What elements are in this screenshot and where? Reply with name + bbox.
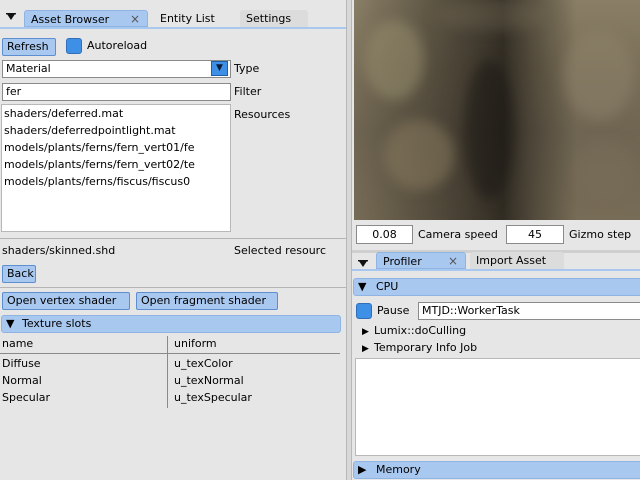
refresh-button[interactable]: Refresh	[2, 38, 56, 56]
pause-checkbox[interactable]	[356, 303, 372, 319]
list-item[interactable]: shaders/deferred.mat	[2, 105, 230, 122]
column-header-uniform: uniform	[174, 337, 217, 350]
tabbar-underline	[352, 269, 640, 271]
cpu-header[interactable]: ▼ CPU	[353, 278, 640, 296]
autoreload-checkbox[interactable]	[66, 38, 82, 54]
tab-profiler[interactable]: Profiler ×	[376, 252, 466, 269]
memory-header[interactable]: ▶ Memory	[353, 461, 640, 479]
table-cell-name: Diffuse	[2, 357, 41, 370]
filter-input[interactable]: fer	[2, 83, 231, 101]
collapse-arrow-icon: ▼	[358, 280, 367, 293]
tab-entity-list[interactable]: Entity List	[154, 10, 221, 27]
gizmo-step-input[interactable]: 45	[506, 225, 564, 244]
table-cell-name: Normal	[2, 374, 42, 387]
table-cell-name: Specular	[2, 391, 51, 404]
close-icon[interactable]: ×	[448, 253, 458, 270]
scene-view-toolbar: 0.08 Camera speed 45 Gizmo step	[354, 221, 640, 249]
thread-select-value: MTJD::WorkerTask	[422, 304, 520, 317]
tab-import-asset[interactable]: Import Asset	[470, 252, 564, 269]
selected-resource-label: Selected resourc	[234, 244, 326, 257]
scene-viewport[interactable]	[354, 0, 640, 220]
profiler-panel: Profiler × Import Asset ▼ CPU Pause MTJD…	[352, 252, 640, 480]
profiler-graph-area[interactable]	[355, 358, 640, 456]
tab-profiler-label: Profiler	[383, 255, 422, 268]
tree-node-label: Lumix::doCulling	[374, 324, 467, 337]
back-button[interactable]: Back	[2, 265, 36, 283]
type-label: Type	[234, 62, 260, 75]
expand-arrow-icon: ▶	[358, 463, 367, 476]
tree-node-label: Temporary Info Job	[374, 341, 478, 354]
autoreload-label: Autoreload	[87, 39, 148, 52]
list-item[interactable]: models/plants/ferns/fern_vert01/fe	[2, 139, 230, 156]
close-icon[interactable]: ×	[130, 11, 140, 28]
filter-label: Filter	[234, 85, 262, 98]
list-item[interactable]: shaders/deferredpointlight.mat	[2, 122, 230, 139]
type-select[interactable]: Material	[2, 60, 231, 78]
chevron-down-icon[interactable]: ▼	[211, 61, 228, 76]
texture-slots-header[interactable]: ▼ Texture slots	[1, 315, 341, 333]
table-cell-uniform: u_texSpecular	[174, 391, 252, 404]
camera-speed-input[interactable]: 0.08	[356, 225, 413, 244]
pause-label: Pause	[377, 304, 410, 317]
filter-input-value: fer	[6, 85, 22, 98]
tree-node[interactable]: ▶ Lumix::doCulling	[362, 322, 466, 339]
type-select-value: Material	[6, 62, 51, 75]
tab-asset-browser[interactable]: Asset Browser ×	[24, 10, 148, 27]
thread-select[interactable]: MTJD::WorkerTask	[418, 302, 640, 320]
open-vertex-shader-button[interactable]: Open vertex shader	[2, 292, 130, 310]
asset-browser-panel: Asset Browser × Entity List Settings Ref…	[0, 0, 346, 480]
table-header-divider	[0, 353, 340, 354]
expand-arrow-icon: ▶	[362, 344, 369, 354]
memory-label: Memory	[375, 463, 421, 476]
tab-asset-browser-label: Asset Browser	[31, 13, 110, 26]
cpu-label: CPU	[375, 280, 399, 293]
gizmo-step-label: Gizmo step	[569, 228, 632, 241]
tab-settings[interactable]: Settings	[240, 10, 308, 27]
tree-node[interactable]: ▶ Temporary Info Job	[362, 339, 477, 356]
list-item[interactable]: models/plants/ferns/fern_vert02/te	[2, 156, 230, 173]
resources-list: shaders/deferred.mat shaders/deferredpoi…	[1, 104, 231, 232]
camera-speed-label: Camera speed	[418, 228, 498, 241]
list-item[interactable]: models/plants/ferns/fiscus/fiscus0	[2, 173, 230, 190]
resources-label: Resources	[234, 108, 291, 121]
table-cell-uniform: u_texNormal	[174, 374, 244, 387]
collapse-arrow-icon: ▼	[6, 317, 15, 330]
tabbar-underline	[0, 27, 346, 29]
divider	[0, 238, 346, 239]
column-header-name: name	[2, 337, 34, 350]
selected-resource-value: shaders/skinned.shd	[2, 244, 116, 257]
open-fragment-shader-button[interactable]: Open fragment shader	[136, 292, 278, 310]
texture-slots-label: Texture slots	[21, 317, 92, 330]
column-separator	[167, 336, 168, 408]
window-menu-arrow-icon[interactable]	[6, 12, 16, 23]
divider	[0, 287, 346, 288]
table-cell-uniform: u_texColor	[174, 357, 233, 370]
